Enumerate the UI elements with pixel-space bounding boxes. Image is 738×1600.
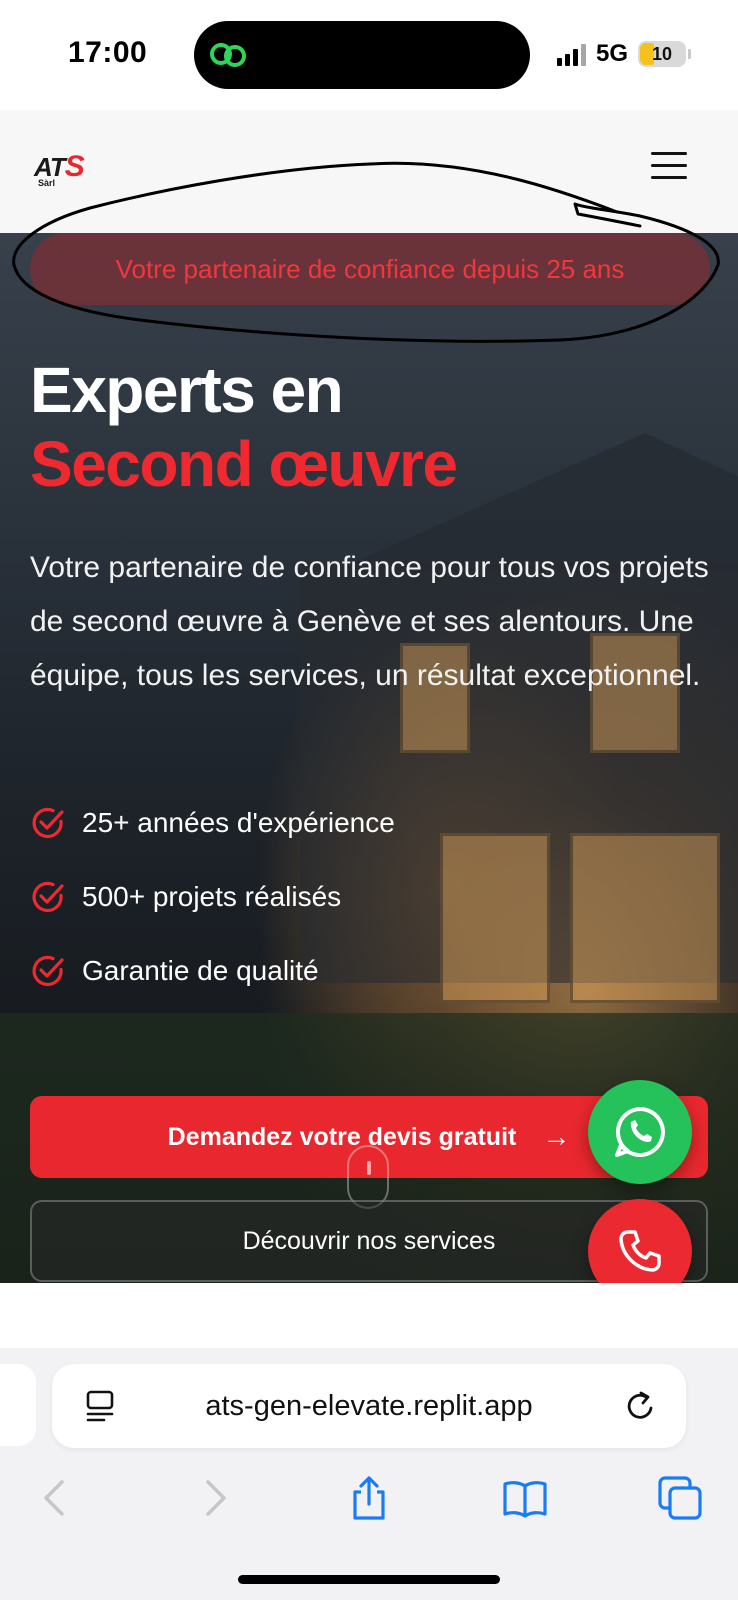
feature-list: 25+ années d'expérience 500+ projets réa… [30, 803, 395, 1025]
arrow-right-icon: → [542, 1121, 571, 1152]
check-circle-icon [32, 955, 64, 987]
page-below-hero [0, 1283, 738, 1348]
house-window [440, 833, 550, 1003]
whatsapp-icon [615, 1107, 665, 1157]
request-quote-label: Demandez votre devis gratuit [167, 1122, 517, 1151]
check-circle-icon [32, 807, 64, 839]
house-window [570, 833, 720, 1003]
hand-drawn-annotation [12, 161, 720, 343]
signal-icon [556, 42, 586, 66]
check-circle-icon [32, 881, 64, 913]
forward-icon[interactable] [190, 1474, 238, 1522]
whatsapp-button[interactable] [588, 1080, 692, 1184]
dynamic-island [194, 21, 530, 89]
browser-toolbar [0, 1466, 738, 1530]
status-time: 17:00 [68, 36, 148, 69]
feature-item: Garantie de qualité [30, 951, 395, 991]
hero-title-line2: Second œuvre [30, 428, 458, 500]
hero-title-line1: Experts en [30, 354, 344, 426]
feature-text: 25+ années d'expérience [82, 807, 395, 838]
discover-services-label: Découvrir nos services [242, 1226, 496, 1255]
battery-icon: 10 [638, 41, 691, 67]
back-icon[interactable] [32, 1474, 80, 1522]
battery-level: 10 [651, 44, 673, 64]
feature-text: 500+ projets réalisés [82, 881, 342, 912]
url-text: ats-gen-elevate.replit.app [205, 1390, 533, 1422]
hero-title: Experts en Second œuvre [30, 353, 458, 501]
feature-item: 25+ années d'expérience [30, 803, 395, 843]
link-icon [210, 43, 246, 67]
status-indicators: 5G 10 [556, 40, 691, 68]
share-icon[interactable] [345, 1474, 393, 1522]
phone-icon [619, 1230, 661, 1272]
previous-tab-preview[interactable] [0, 1364, 36, 1446]
hero-description: Votre partenaire de confiance pour tous … [30, 551, 709, 692]
feature-item: 500+ projets réalisés [30, 877, 395, 917]
status-bar: 17:00 5G 10 [0, 0, 738, 110]
reload-icon[interactable] [624, 1388, 658, 1424]
home-indicator[interactable] [238, 1575, 500, 1584]
page-menu-icon[interactable] [84, 1388, 118, 1424]
network-type: 5G [595, 40, 628, 67]
feature-text: Garantie de qualité [82, 955, 319, 986]
address-bar[interactable]: ats-gen-elevate.replit.app [52, 1364, 686, 1448]
browser-bottom-bar: ats-gen-elevate.replit.app [0, 1348, 738, 1600]
bookmarks-icon[interactable] [501, 1474, 549, 1522]
tabs-icon[interactable] [656, 1474, 704, 1522]
